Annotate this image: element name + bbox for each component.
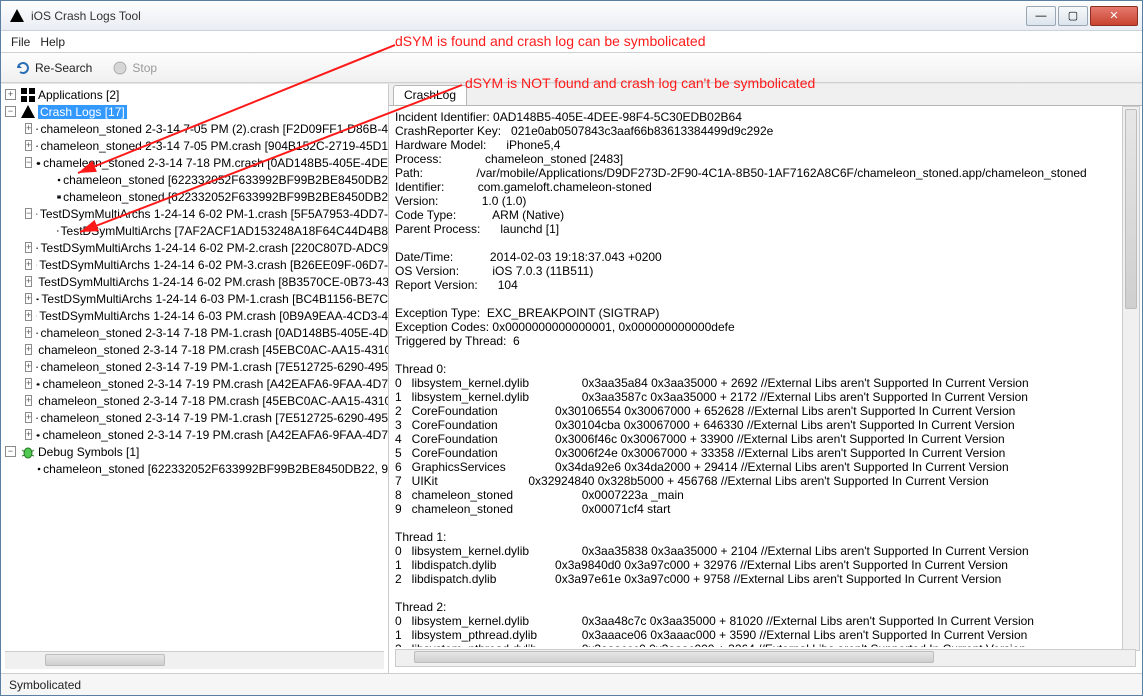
tree-item[interactable]: +chameleon_stoned 2-3-14 7-19 PM.crash […: [5, 375, 388, 392]
tree-item[interactable]: +TestDSymMultiArchs 1-24-14 6-02 PM-3.cr…: [5, 256, 388, 273]
research-button[interactable]: Re-Search: [9, 58, 98, 78]
dsym-icon: [57, 172, 61, 188]
chameleon-gray-icon: [36, 291, 39, 307]
tree-item[interactable]: chameleon_stoned [622332052F633992BF99B2…: [5, 460, 388, 477]
tree-node-applications[interactable]: + Applications [2]: [5, 86, 388, 103]
bug-icon: [20, 444, 36, 460]
status-text: Symbolicated: [9, 678, 81, 692]
refresh-icon: [15, 60, 31, 76]
chameleon-icon: [36, 155, 41, 171]
menu-file[interactable]: File: [11, 35, 30, 49]
menu-help[interactable]: Help: [40, 35, 65, 49]
tree-node-debug-symbols[interactable]: − Debug Symbols [1]: [5, 443, 388, 460]
tree-item[interactable]: +chameleon_stoned 2-3-14 7-19 PM-1.crash…: [5, 409, 388, 426]
chameleon-icon: [36, 359, 38, 375]
tree-item[interactable]: +TestDSymMultiArchs 1-24-14 6-03 PM-1.cr…: [5, 290, 388, 307]
close-button[interactable]: ✕: [1090, 6, 1138, 26]
tree-item[interactable]: +chameleon_stoned 2-3-14 7-05 PM.crash […: [5, 137, 388, 154]
tree-panel: + Applications [2] − Crash Logs [17] +ch…: [1, 84, 389, 673]
maximize-button[interactable]: ▢: [1058, 6, 1088, 26]
stop-icon: [112, 60, 128, 76]
dsym-icon: [37, 461, 41, 477]
chameleon-icon: [36, 121, 38, 137]
tree-item[interactable]: +chameleon_stoned 2-3-14 7-19 PM-1.crash…: [5, 358, 388, 375]
warning-icon: [9, 8, 25, 24]
tab-strip: CrashLog: [389, 84, 1142, 106]
tree-item[interactable]: chameleon_stoned [622332052F633992BF99B2…: [5, 171, 388, 188]
chameleon-gray-icon: [36, 308, 37, 324]
tab-crashlog[interactable]: CrashLog: [393, 85, 467, 105]
log-hscrollbar[interactable]: [395, 649, 1136, 667]
chameleon-icon: [36, 427, 40, 443]
tree-item[interactable]: +TestDSymMultiArchs 1-24-14 6-02 PM-2.cr…: [5, 239, 388, 256]
tree-item[interactable]: +TestDSymMultiArchs 1-24-14 6-03 PM.cras…: [5, 307, 388, 324]
tree-node-crashlogs[interactable]: − Crash Logs [17]: [5, 103, 388, 120]
tree-item[interactable]: +chameleon_stoned 2-3-14 7-19 PM.crash […: [5, 426, 388, 443]
tree-item[interactable]: −chameleon_stoned 2-3-14 7-18 PM.crash […: [5, 154, 388, 171]
minimize-button[interactable]: —: [1026, 6, 1056, 26]
chameleon-gray-icon: [36, 240, 38, 256]
tree-item[interactable]: +chameleon_stoned 2-3-14 7-18 PM-1.crash…: [5, 324, 388, 341]
content: + Applications [2] − Crash Logs [17] +ch…: [1, 83, 1142, 673]
tree-hscrollbar[interactable]: [5, 651, 384, 669]
log-vscrollbar[interactable]: [1122, 106, 1140, 651]
chameleon-icon: [36, 325, 38, 341]
titlebar[interactable]: iOS Crash Logs Tool — ▢ ✕: [1, 1, 1142, 31]
menubar: File Help: [1, 31, 1142, 53]
exe-icon: [57, 223, 59, 239]
tree-item[interactable]: TestDSymMultiArchs [7AF2ACF1AD153248A18F…: [5, 222, 388, 239]
log-panel: CrashLog Incident Identifier: 0AD148B5-4…: [389, 84, 1142, 673]
stop-button[interactable]: Stop: [106, 58, 163, 78]
window-title: iOS Crash Logs Tool: [31, 9, 1026, 23]
tree-item[interactable]: +chameleon_stoned 2-3-14 7-05 PM (2).cra…: [5, 120, 388, 137]
tree-item[interactable]: +TestDSymMultiArchs 1-24-14 6-02 PM.cras…: [5, 273, 388, 290]
exe-icon: [57, 189, 61, 205]
chameleon-icon: [36, 376, 40, 392]
toolbar: Re-Search Stop: [1, 53, 1142, 83]
apps-icon: [20, 87, 36, 103]
stop-label: Stop: [132, 61, 157, 75]
crash-log-text[interactable]: Incident Identifier: 0AD148B5-405E-4DEE-…: [389, 106, 1142, 647]
warning-icon: [20, 104, 36, 120]
chameleon-icon: [36, 138, 38, 154]
chameleon-gray-icon: [36, 206, 38, 222]
tree-item[interactable]: +chameleon_stoned 2-3-14 7-18 PM.crash […: [5, 392, 388, 409]
tree-item[interactable]: +chameleon_stoned 2-3-14 7-18 PM.crash […: [5, 341, 388, 358]
statusbar: Symbolicated: [1, 673, 1142, 695]
crash-tree[interactable]: + Applications [2] − Crash Logs [17] +ch…: [1, 84, 388, 647]
research-label: Re-Search: [35, 61, 92, 75]
tree-item[interactable]: −TestDSymMultiArchs 1-24-14 6-02 PM-1.cr…: [5, 205, 388, 222]
tree-item[interactable]: chameleon_stoned [622332052F633992BF99B2…: [5, 188, 388, 205]
app-window: iOS Crash Logs Tool — ▢ ✕ File Help Re-S…: [0, 0, 1143, 696]
chameleon-icon: [36, 410, 38, 426]
chameleon-gray-icon: [36, 257, 37, 273]
